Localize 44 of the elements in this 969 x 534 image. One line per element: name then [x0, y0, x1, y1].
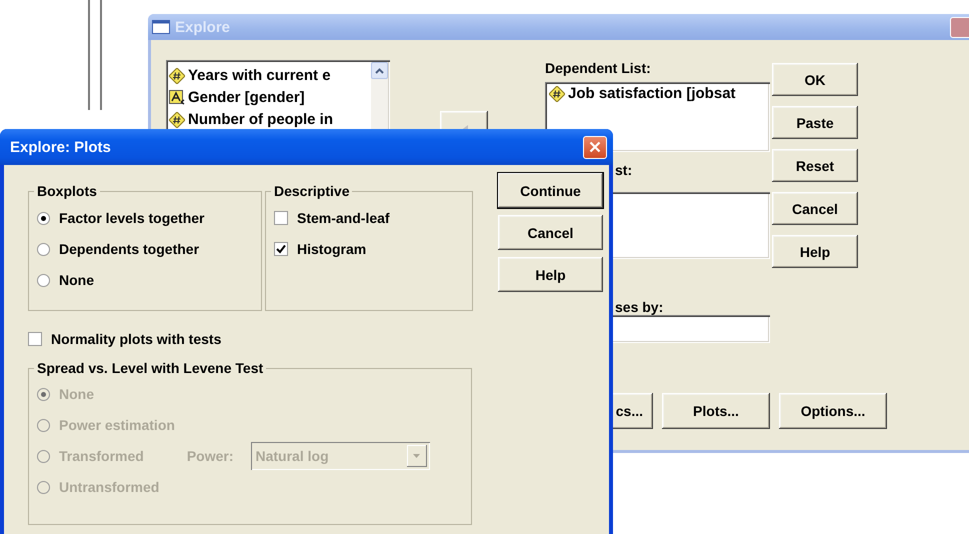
close-button[interactable] — [950, 16, 969, 38]
group-title: Boxplots — [36, 183, 98, 199]
field-label: Power: — [186, 448, 234, 464]
radio-button[interactable] — [37, 242, 50, 256]
radio-button[interactable] — [37, 212, 50, 224]
dialog-button[interactable]: Continue — [498, 173, 603, 208]
dialog-button[interactable]: Reset — [772, 149, 858, 182]
variable-item[interactable]: Number of people in — [188, 111, 334, 128]
dropdown-arrow-icon — [413, 454, 420, 458]
variable-item[interactable]: Gender [gender] — [188, 89, 305, 106]
dialog-button[interactable]: OK — [772, 63, 858, 96]
close-button[interactable] — [583, 136, 607, 158]
close-icon — [589, 141, 601, 153]
option-label[interactable]: None — [59, 272, 94, 288]
dependent-list[interactable]: Job satisfaction [jobsat — [545, 82, 770, 152]
dialog-button[interactable]: Plots... — [662, 393, 770, 429]
option-label[interactable]: Normality plots with tests — [51, 331, 222, 347]
group-title: Spread vs. Level with Levene Test — [36, 360, 264, 376]
field-label: st: — [614, 162, 634, 178]
option-label[interactable]: Stem-and-leaf — [297, 210, 390, 226]
checkbox[interactable] — [28, 332, 42, 346]
diamond-icon — [169, 68, 185, 84]
dialog-button[interactable]: Paste — [772, 106, 858, 139]
checkbox[interactable] — [274, 242, 288, 256]
field-label: ses by: — [614, 299, 664, 315]
diamond-icon — [549, 86, 565, 102]
dialog-button[interactable]: Cancel — [498, 215, 603, 250]
variable-item[interactable]: Years with current e — [188, 67, 331, 84]
option-label[interactable]: Factor levels together — [59, 210, 204, 226]
option-label[interactable]: Histogram — [297, 241, 366, 257]
window-icon — [152, 20, 170, 34]
dialog-button[interactable]: Help — [772, 235, 858, 268]
field-label: Dependent List: — [545, 60, 652, 76]
option-label[interactable]: Dependents together — [59, 241, 200, 257]
radio-button[interactable] — [37, 274, 50, 286]
dialog-button[interactable]: Cancel — [772, 192, 858, 225]
variable-item[interactable]: Job satisfaction [jobsat — [568, 85, 736, 102]
diamond-icon — [169, 112, 185, 128]
window-title: Explore — [175, 18, 230, 36]
checkbox[interactable] — [274, 211, 288, 225]
window-title: Explore: Plots — [10, 138, 111, 156]
group-title: Descriptive — [273, 183, 350, 199]
dialog-button[interactable]: Options... — [779, 393, 887, 429]
dialog-button[interactable]: Help — [498, 257, 603, 292]
